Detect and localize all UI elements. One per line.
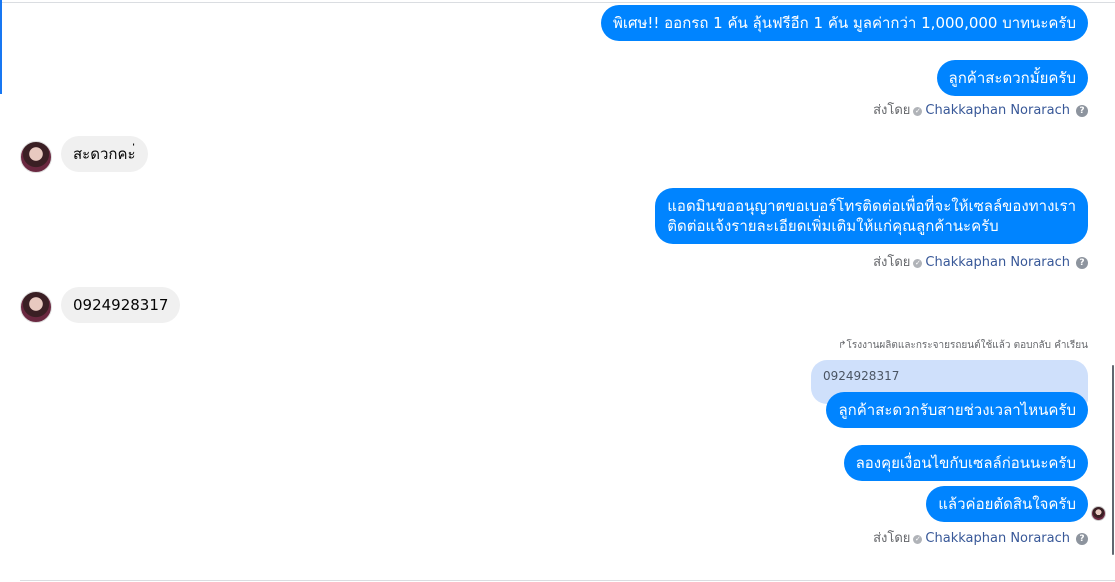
sent-by-info: ส่งโดย ✓ Chakkaphan Norarach ? <box>873 531 1088 547</box>
message-text: แล้วค่อยตัดสินใจครับ <box>938 495 1076 513</box>
message-text: ลูกค้าสะดวกรับสายช่วงเวลาไหนครับ <box>838 401 1076 419</box>
bottom-divider <box>20 580 1115 581</box>
outgoing-message[interactable]: ลูกค้าสะดวกมั้ยครับ <box>936 60 1088 96</box>
check-circle-icon: ✓ <box>913 534 923 544</box>
sender-name[interactable]: Chakkaphan Norarach <box>925 531 1070 547</box>
check-circle-icon: ✓ <box>913 258 923 268</box>
help-icon[interactable]: ? <box>1076 533 1088 545</box>
message-text: ลูกค้าสะดวกมั้ยครับ <box>948 69 1076 87</box>
message-text-line: แอดมินขออนุญาตขอเบอร์โทรติดต่อเพื่อที่จะ… <box>667 197 1076 215</box>
message-text: สะดวกคะ่ <box>73 145 136 163</box>
reply-context: ↱โรงงานผลิตและกระจายรถยนต์ใช้แล้ว ตอบกลั… <box>838 340 1088 351</box>
message-text: ลองคุยเงื่อนไขกับเซลล์ก่อนนะครับ <box>855 454 1076 472</box>
help-icon[interactable]: ? <box>1076 105 1088 117</box>
outgoing-message[interactable]: แอดมินขออนุญาตขอเบอร์โทรติดต่อเพื่อที่จะ… <box>655 188 1088 244</box>
message-text: พิเศษ!! ออกรถ 1 คัน ลุ้นฟรีอีก 1 คัน มูล… <box>612 14 1076 32</box>
sender-name[interactable]: Chakkaphan Norarach <box>925 255 1070 271</box>
sent-by-label: ส่งโดย <box>873 255 911 270</box>
quoted-text: 0924928317 <box>823 369 900 383</box>
outgoing-message[interactable]: ลองคุยเงื่อนไขกับเซลล์ก่อนนะครับ <box>843 445 1088 481</box>
avatar[interactable] <box>20 291 52 323</box>
sent-by-label: ส่งโดย <box>873 531 911 546</box>
focus-indicator <box>0 0 2 94</box>
scrollbar[interactable] <box>1112 365 1114 555</box>
incoming-message[interactable]: 0924928317 <box>61 287 181 323</box>
incoming-message[interactable]: สะดวกคะ่ <box>61 136 148 172</box>
sender-name[interactable]: Chakkaphan Norarach <box>925 103 1070 119</box>
outgoing-message[interactable]: พิเศษ!! ออกรถ 1 คัน ลุ้นฟรีอีก 1 คัน มูล… <box>600 5 1088 41</box>
sent-by-label: ส่งโดย <box>873 103 911 118</box>
top-divider <box>0 2 1115 3</box>
message-text: 0924928317 <box>73 296 169 314</box>
seen-avatar <box>1091 506 1106 521</box>
outgoing-message[interactable]: ลูกค้าสะดวกรับสายช่วงเวลาไหนครับ <box>826 392 1088 428</box>
message-text-line: ติดต่อแจ้งรายละเอียดเพิ่มเติมให้แก่คุณลู… <box>667 217 999 235</box>
check-circle-icon: ✓ <box>913 106 923 116</box>
outgoing-message[interactable]: แล้วค่อยตัดสินใจครับ <box>926 486 1088 522</box>
help-icon[interactable]: ? <box>1076 257 1088 269</box>
sent-by-info: ส่งโดย ✓ Chakkaphan Norarach ? <box>873 103 1088 119</box>
avatar[interactable] <box>20 141 52 173</box>
sent-by-info: ส่งโดย ✓ Chakkaphan Norarach ? <box>873 255 1088 271</box>
